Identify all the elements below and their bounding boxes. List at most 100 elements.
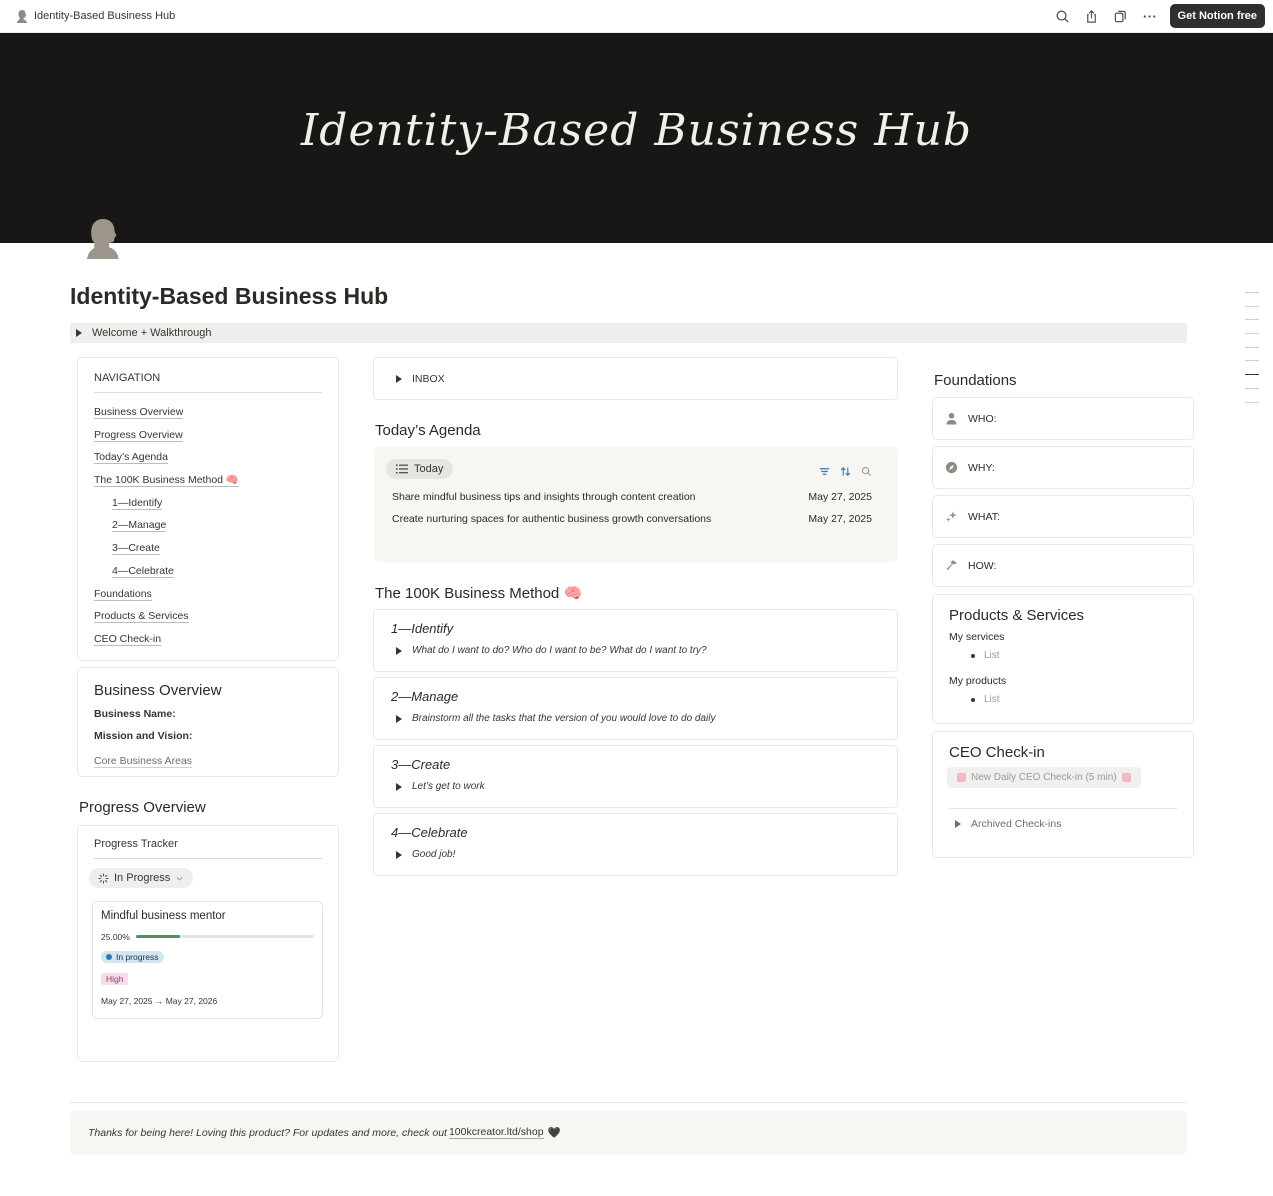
- agenda-task: Create nurturing spaces for authentic bu…: [392, 513, 712, 525]
- foundation-how[interactable]: HOW:: [932, 544, 1194, 587]
- method-step-toggle[interactable]: Good job!: [391, 849, 880, 860]
- list-icon: [396, 464, 408, 474]
- agenda-date: May 27, 2025: [808, 491, 872, 503]
- method-step-card[interactable]: 2—Manage Brainstorm all the tasks that th…: [373, 677, 898, 740]
- filter-icon[interactable]: [819, 466, 830, 477]
- navigation-list: Business Overview Progress Overview Today’…: [94, 405, 322, 655]
- nav-item[interactable]: 3—Create: [94, 541, 322, 564]
- progress-row: 25.00%: [101, 932, 314, 942]
- nav-item-label: Progress Overview: [94, 428, 183, 442]
- new-daily-checkin-button[interactable]: New Daily CEO Check-in (5 min): [947, 767, 1141, 788]
- welcome-toggle[interactable]: Welcome + Walkthrough: [70, 323, 1187, 343]
- brain-icon: [957, 773, 966, 782]
- todays-agenda-heading: Today’s Agenda: [375, 422, 481, 439]
- ceo-checkin-heading: CEO Check-in: [949, 744, 1045, 761]
- head-icon: [17, 10, 27, 23]
- checkin-button-label: New Daily CEO Check-in (5 min): [971, 772, 1117, 783]
- more-icon[interactable]: [1140, 6, 1160, 26]
- products-list-item[interactable]: List: [949, 694, 1177, 705]
- shop-link[interactable]: 100kcreator.ltd/shop: [448, 1126, 544, 1139]
- nav-item[interactable]: Today’s Agenda: [94, 450, 322, 473]
- method-step-card[interactable]: 1—Identify What do I want to do? Who do I…: [373, 609, 898, 672]
- inbox-label: INBOX: [412, 372, 445, 385]
- my-services-label: My services: [949, 631, 1005, 643]
- nav-item[interactable]: Foundations: [94, 587, 322, 610]
- in-progress-filter[interactable]: In Progress: [89, 868, 194, 888]
- date-range: May 27, 2025 → May 27, 2026: [101, 995, 218, 1006]
- progress-bar-fill: [135, 935, 181, 938]
- nav-item[interactable]: CEO Check-in: [94, 632, 322, 655]
- toggle-arrow-icon[interactable]: [396, 646, 402, 655]
- toggle-arrow-icon[interactable]: [955, 820, 961, 828]
- cover-title: Identity-Based Business Hub: [300, 105, 973, 156]
- nav-item-label: Products & Services: [94, 610, 189, 624]
- nav-item[interactable]: 2—Manage: [94, 518, 322, 541]
- method-step-toggle[interactable]: Let’s get to work: [391, 781, 880, 792]
- sparkle-icon: [946, 511, 957, 522]
- status-badge: In progress: [101, 950, 164, 963]
- agenda-row[interactable]: Share mindful business tips and insights…: [386, 491, 886, 503]
- nav-item-label: The 100K Business Method 🧠: [94, 474, 239, 488]
- filter-label: In Progress: [114, 872, 171, 884]
- search-icon[interactable]: [1053, 6, 1073, 26]
- ceo-checkin-card: CEO Check-in New Daily CEO Check-in (5 m…: [932, 731, 1194, 858]
- person-icon: [946, 412, 957, 425]
- welcome-toggle-label: Welcome + Walkthrough: [92, 327, 212, 339]
- table-of-contents-minimap[interactable]: [1245, 292, 1259, 415]
- navigation-heading: NAVIGATION: [94, 372, 322, 393]
- method-step-title: 3—Create: [391, 757, 451, 772]
- toggle-arrow-icon[interactable]: [396, 714, 402, 723]
- agenda-date: May 27, 2025: [808, 513, 872, 525]
- toggle-arrow-icon[interactable]: [396, 782, 402, 791]
- method-step-title: 4—Celebrate: [391, 825, 468, 840]
- business-method-heading: The 100K Business Method 🧠: [375, 585, 583, 602]
- toggle-arrow-icon[interactable]: [396, 374, 402, 383]
- foundation-what[interactable]: WHAT:: [932, 495, 1194, 538]
- archived-checkins-toggle[interactable]: Archived Check-ins: [949, 818, 1177, 830]
- breadcrumb[interactable]: Identity-Based Business Hub: [16, 9, 175, 23]
- nav-item[interactable]: Business Overview: [94, 405, 322, 428]
- products-services-card: Products & Services My services List My …: [932, 594, 1194, 724]
- method-step-toggle[interactable]: What do I want to do? Who do I want to b…: [391, 645, 880, 656]
- nav-item[interactable]: Products & Services: [94, 609, 322, 632]
- nav-item-label: Today’s Agenda: [94, 451, 168, 465]
- cover-image: Identity-Based Business Hub: [0, 33, 1273, 243]
- nav-item[interactable]: Progress Overview: [94, 428, 322, 451]
- foundation-who[interactable]: WHO:: [932, 397, 1194, 440]
- nav-item[interactable]: 1—Identify: [94, 496, 322, 519]
- status-dot-icon: [106, 953, 112, 960]
- method-step-title: 2—Manage: [391, 689, 459, 704]
- sort-icon[interactable]: [840, 466, 851, 477]
- foundation-how-label: HOW:: [968, 559, 997, 572]
- search-icon[interactable]: [861, 466, 872, 477]
- view-label: Today: [414, 463, 444, 475]
- agenda-list: Share mindful business tips and insights…: [386, 491, 886, 525]
- get-notion-free-button[interactable]: Get Notion free: [1169, 4, 1265, 28]
- services-list-item[interactable]: List: [949, 650, 1177, 661]
- method-step-card[interactable]: 4—Celebrate Good job!: [373, 813, 898, 876]
- foundation-why[interactable]: WHY:: [932, 446, 1194, 489]
- head-silhouette-icon[interactable]: [84, 217, 122, 265]
- heart-icon: 🖤: [547, 1127, 561, 1139]
- business-name-label: Business Name:: [94, 708, 176, 720]
- agenda-row[interactable]: Create nurturing spaces for authentic bu…: [386, 513, 886, 525]
- business-overview-card: Business Overview Business Name: Mission…: [77, 667, 339, 777]
- toggle-arrow-icon[interactable]: [76, 329, 82, 337]
- core-business-areas-link[interactable]: Core Business Areas: [94, 755, 193, 768]
- today-view-tab[interactable]: Today: [386, 459, 454, 479]
- compass-icon: [945, 461, 958, 474]
- duplicate-icon[interactable]: [1111, 6, 1131, 26]
- method-step-toggle[interactable]: Brainstorm all the tasks that the versio…: [391, 713, 880, 724]
- method-step-card[interactable]: 3—Create Let’s get to work: [373, 745, 898, 808]
- method-step-description: Let’s get to work: [412, 781, 485, 792]
- progress-card[interactable]: Mindful business mentor 25.00% In progre…: [92, 900, 323, 1019]
- progress-percent: 25.00%: [101, 931, 130, 942]
- hammer-icon: [946, 560, 957, 571]
- toggle-arrow-icon[interactable]: [396, 850, 402, 859]
- share-icon[interactable]: [1082, 6, 1102, 26]
- inbox-toggle[interactable]: INBOX: [373, 357, 898, 400]
- foundation-what-label: WHAT:: [968, 510, 1000, 523]
- nav-item[interactable]: 4—Celebrate: [94, 564, 322, 587]
- nav-item[interactable]: The 100K Business Method 🧠: [94, 473, 322, 496]
- progress-tracker-title[interactable]: Progress Tracker: [94, 838, 322, 859]
